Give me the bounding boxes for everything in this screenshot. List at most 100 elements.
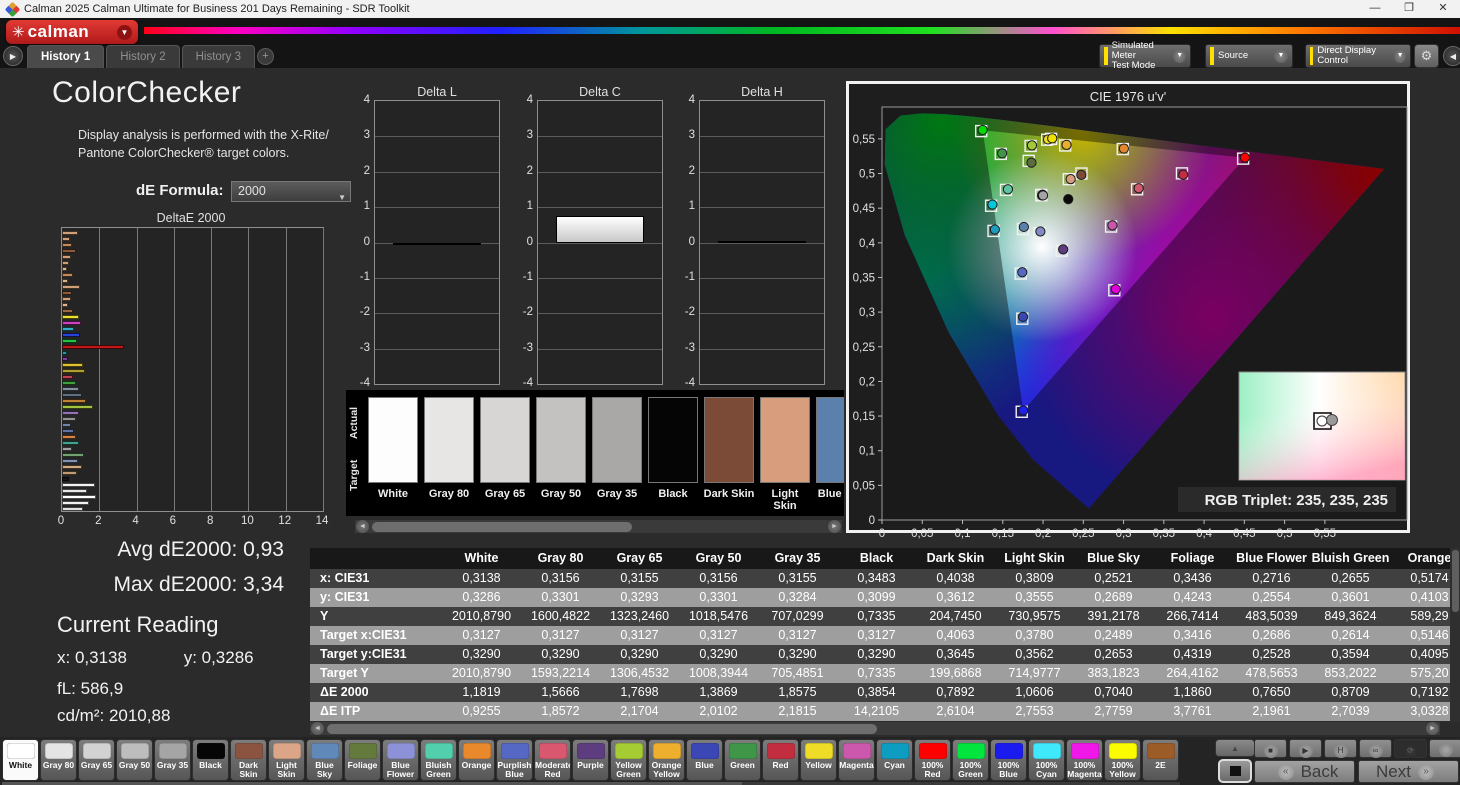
scroll-right-icon[interactable]: ► xyxy=(828,520,841,533)
de-bar xyxy=(62,309,73,313)
add-tab-button[interactable]: + xyxy=(257,48,274,65)
patch-button-magenta[interactable]: Magenta xyxy=(838,739,875,781)
de-formula-select[interactable]: 2000 ▼ xyxy=(231,181,351,202)
patch-button-dark-skin[interactable]: Dark Skin xyxy=(230,739,267,781)
patch-button-gray-35[interactable]: Gray 35 xyxy=(154,739,191,781)
calman-menu-button[interactable]: ✳ calman ▼ xyxy=(6,20,138,44)
patch-button-blue[interactable]: Blue xyxy=(686,739,723,781)
record-button[interactable] xyxy=(1429,739,1460,758)
tab-history-3[interactable]: History 3 xyxy=(182,45,255,68)
table-vertical-scrollbar[interactable] xyxy=(1450,548,1460,722)
de-bar xyxy=(62,453,84,457)
patch-button-gray-80[interactable]: Gray 80 xyxy=(40,739,77,781)
patch-color-swatch xyxy=(387,743,415,759)
patch-button-100-red[interactable]: 100% Red xyxy=(914,739,951,781)
patch-button-orange-yellow[interactable]: Orange Yellow xyxy=(648,739,685,781)
svg-text:0,3: 0,3 xyxy=(1116,528,1132,540)
patch-button-cyan[interactable]: Cyan xyxy=(876,739,913,781)
pattern-up-button[interactable]: ▲ xyxy=(1215,739,1255,757)
patch-button-yellow[interactable]: Yellow xyxy=(800,739,837,781)
de-bar xyxy=(62,279,68,283)
play-button[interactable]: ▶ xyxy=(1289,739,1322,758)
de-bar xyxy=(62,249,76,253)
next-button[interactable]: Next » xyxy=(1358,760,1459,783)
patch-button-red[interactable]: Red xyxy=(762,739,799,781)
patch-button-black[interactable]: Black xyxy=(192,739,229,781)
de-bar xyxy=(62,387,79,391)
swatch-light-skin xyxy=(760,397,810,483)
maximize-button[interactable]: ❐ xyxy=(1392,0,1426,18)
patch-color-swatch xyxy=(881,743,909,759)
pattern-window-button[interactable] xyxy=(1218,759,1252,783)
swatch-black xyxy=(648,397,698,483)
pattern-toolbar: WhiteGray 80Gray 65Gray 50Gray 35BlackDa… xyxy=(0,737,1460,785)
avg-de2000-value: Avg dE2000: 0,93 xyxy=(0,538,290,562)
patch-button-blue-sky[interactable]: Blue Sky xyxy=(306,739,343,781)
patch-button-purple[interactable]: Purple xyxy=(572,739,609,781)
collapse-arrow-button[interactable]: ◀ xyxy=(1443,46,1460,66)
de-bar xyxy=(62,477,69,481)
step-button[interactable]: H xyxy=(1324,739,1357,758)
dropdown-simulated-meter-test-mode[interactable]: Simulated Meter Test Mode▼ xyxy=(1099,44,1191,68)
de-chart-x-tick: 10 xyxy=(234,515,260,527)
calman-window: Calman 2025 Calman Ultimate for Business… xyxy=(0,0,1460,785)
patch-color-swatch xyxy=(1033,743,1061,759)
chevron-down-icon: ▼ xyxy=(117,25,132,40)
patch-button-100-cyan[interactable]: 100% Cyan xyxy=(1028,739,1065,781)
de-bar xyxy=(62,441,79,445)
minimize-button[interactable]: — xyxy=(1358,0,1392,18)
patch-button-yellow-green[interactable]: Yellow Green xyxy=(610,739,647,781)
patch-button-2e[interactable]: 2E xyxy=(1142,739,1179,781)
de-bar xyxy=(62,261,69,265)
de-bar xyxy=(62,321,81,325)
stop-button[interactable]: ■ xyxy=(1254,739,1287,758)
patch-button-100-yellow[interactable]: 100% Yellow xyxy=(1104,739,1141,781)
patch-button-gray-65[interactable]: Gray 65 xyxy=(78,739,115,781)
dropdown-source[interactable]: Source▼ xyxy=(1205,44,1293,68)
column-header-gray-65: Gray 65 xyxy=(600,548,679,569)
tab-history-2[interactable]: History 2 xyxy=(106,45,179,68)
patch-button-orange[interactable]: Orange xyxy=(458,739,495,781)
patch-button-blue-flower[interactable]: Blue Flower xyxy=(382,739,419,781)
swatch-strip-scrollbar[interactable]: ◄ ► xyxy=(355,520,842,533)
swatch-label: Gray 50 xyxy=(535,488,587,500)
swatch-row-label-target: Target xyxy=(348,452,362,498)
patch-button-gray-50[interactable]: Gray 50 xyxy=(116,739,153,781)
de-bar xyxy=(62,447,72,451)
patch-button-white[interactable]: White xyxy=(2,739,39,781)
patch-button-100-green[interactable]: 100% Green xyxy=(952,739,989,781)
refresh-button[interactable]: ⟳ xyxy=(1394,739,1427,758)
app-icon xyxy=(5,1,21,17)
patch-button-purplish-blue[interactable]: Purplish Blue xyxy=(496,739,533,781)
patch-button-light-skin[interactable]: Light Skin xyxy=(268,739,305,781)
dropdown-direct-display-control[interactable]: Direct Display Control▼ xyxy=(1305,44,1411,68)
current-reading-title: Current Reading xyxy=(57,612,218,638)
de-bar xyxy=(62,435,76,439)
patch-button-foliage[interactable]: Foliage xyxy=(344,739,381,781)
de-bar xyxy=(62,501,89,505)
patch-button-bluish-green[interactable]: Bluish Green xyxy=(420,739,457,781)
patch-color-swatch xyxy=(767,743,795,759)
scroll-right-icon[interactable]: ► xyxy=(1426,722,1439,735)
scroll-left-icon[interactable]: ◄ xyxy=(356,520,369,533)
patch-button-green[interactable]: Green xyxy=(724,739,761,781)
de-bar xyxy=(62,375,73,379)
patch-button-100-blue[interactable]: 100% Blue xyxy=(990,739,1027,781)
history-menu-button[interactable]: ▶ xyxy=(3,46,23,66)
patch-color-swatch xyxy=(463,743,491,759)
patch-button-moderate-red[interactable]: Moderate Red xyxy=(534,739,571,781)
swatch-gray-80 xyxy=(424,397,474,483)
de-bar xyxy=(62,417,76,421)
svg-text:0,25: 0,25 xyxy=(853,342,875,354)
tab-history-1[interactable]: History 1 xyxy=(27,45,104,68)
scroll-left-icon[interactable]: ◄ xyxy=(311,722,324,735)
back-arrow-icon: « xyxy=(1278,764,1294,780)
patch-button-100-magenta[interactable]: 100% Magenta xyxy=(1066,739,1103,781)
gear-icon[interactable]: ⚙ xyxy=(1414,44,1439,68)
loop-button[interactable]: ∞ xyxy=(1359,739,1392,758)
close-button[interactable]: ✕ xyxy=(1426,0,1460,18)
back-button[interactable]: « Back xyxy=(1254,760,1355,783)
page-title: ColorChecker xyxy=(52,76,241,110)
svg-text:0,45: 0,45 xyxy=(853,203,875,215)
table-scrollbar[interactable]: ◄ ► xyxy=(310,722,1440,735)
